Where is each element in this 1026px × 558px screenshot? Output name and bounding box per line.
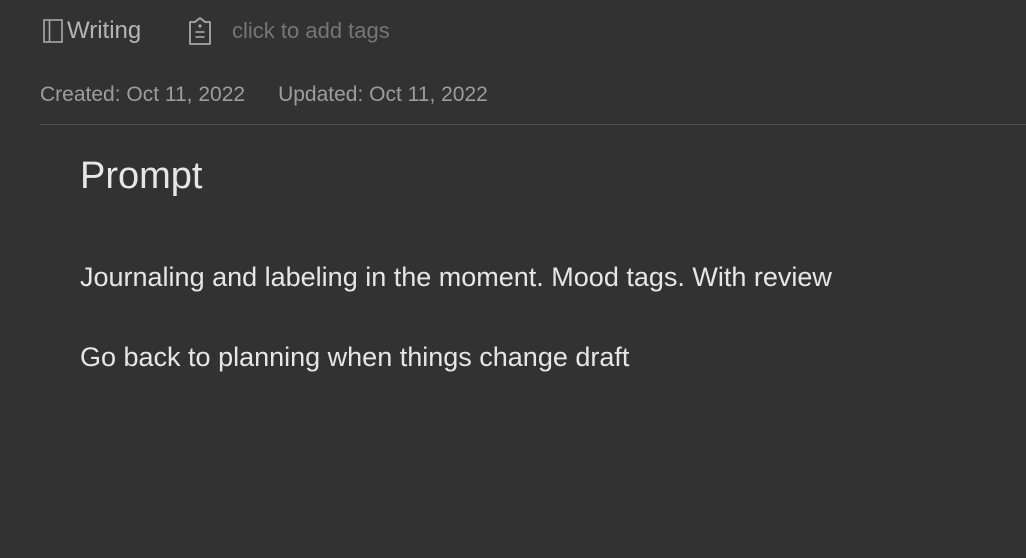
created-date: Created: Oct 11, 2022	[40, 83, 246, 106]
updated-date: Updated: Oct 11, 2022	[278, 83, 488, 106]
notebook-icon	[43, 19, 63, 43]
header-divider	[40, 124, 1026, 125]
tag-input[interactable]: click to add tags	[187, 14, 390, 48]
note-meta: Created: Oct 11, 2022 Updated: Oct 11, 2…	[40, 80, 488, 110]
notebook-selector[interactable]: Writing	[43, 14, 141, 48]
tags-placeholder: click to add tags	[232, 18, 390, 43]
notebook-name: Writing	[67, 17, 142, 44]
note-title[interactable]: Prompt	[80, 155, 202, 198]
tag-icon	[187, 16, 213, 46]
note-paragraph[interactable]: Go back to planning when things change d…	[80, 342, 629, 373]
note-paragraph[interactable]: Journaling and labeling in the moment. M…	[80, 262, 832, 293]
note-header: Writing click to add tags	[0, 0, 1026, 62]
